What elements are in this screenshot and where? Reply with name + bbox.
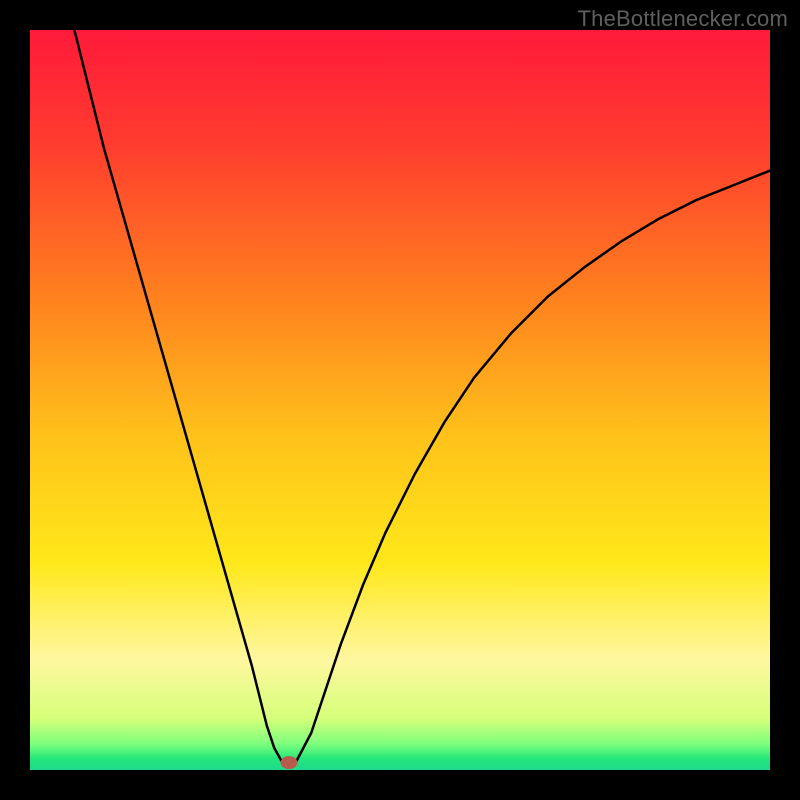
min-marker-icon [281, 757, 297, 769]
gradient-background [30, 30, 770, 770]
plot-svg [30, 30, 770, 770]
plot-area [30, 30, 770, 770]
chart-frame: TheBottlenecker.com [0, 0, 800, 800]
watermark-text: TheBottlenecker.com [578, 6, 788, 32]
